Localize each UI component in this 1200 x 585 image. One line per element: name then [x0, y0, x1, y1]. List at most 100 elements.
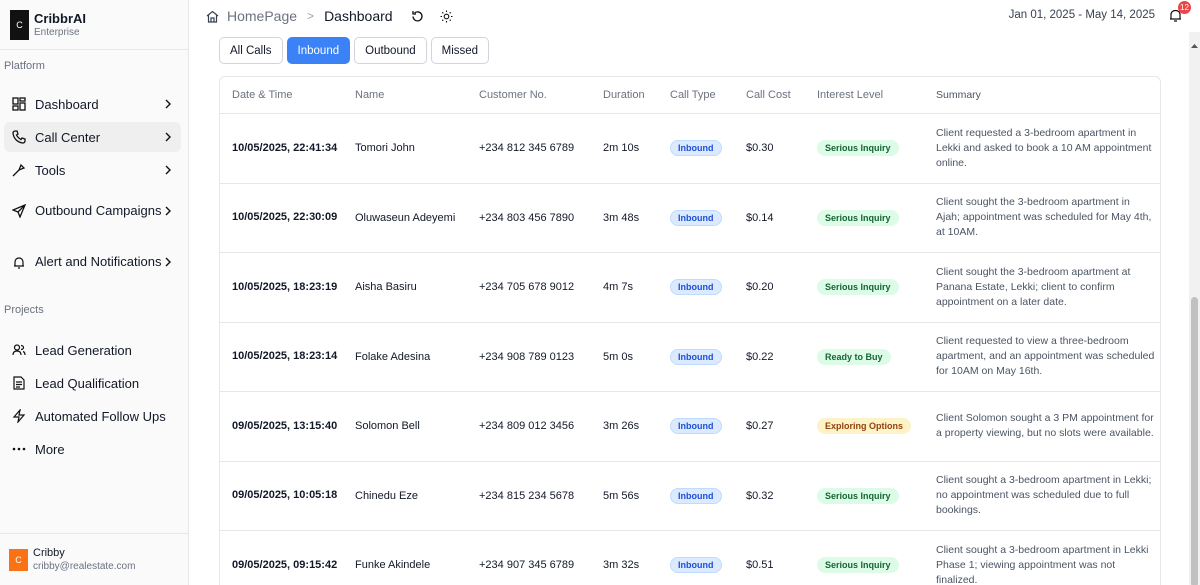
tab-all-calls[interactable]: All Calls [219, 37, 283, 64]
call-type-badge: Inbound [670, 418, 722, 435]
brand-header[interactable]: C CribbrAI Enterprise [0, 0, 188, 50]
scroll-up-arrow-icon[interactable] [1191, 36, 1198, 48]
sidebar-item-tools[interactable]: Tools [4, 155, 181, 185]
table-row[interactable]: 10/05/2025, 18:23:19 Aisha Basiru +234 705… [220, 253, 1160, 323]
sidebar-item-label: Call Center [35, 129, 101, 145]
tab-inbound[interactable]: Inbound [286, 37, 351, 64]
interest-level-cell: Serious Inquiry [817, 279, 936, 296]
breadcrumb-separator: > [307, 9, 315, 23]
column-header: Customer No. [479, 89, 547, 101]
sidebar: C CribbrAI Enterprise Platform Dashboard… [0, 0, 189, 585]
refresh-icon[interactable] [411, 10, 424, 23]
customer-name-cell: Oluwaseun Adeyemi [355, 211, 456, 224]
sidebar-item-dashboard[interactable]: Dashboard [4, 89, 181, 119]
interest-level-cell: Serious Inquiry [817, 140, 936, 157]
column-header: Call Type [670, 89, 716, 101]
call-duration-cell: 4m 7s [603, 281, 633, 294]
call-datetime-cell: 10/05/2025, 18:23:14 [232, 350, 338, 363]
call-datetime-cell: 10/05/2025, 22:30:09 [232, 211, 338, 224]
sidebar-item-automated-follow-ups[interactable]: Automated Follow Ups [4, 401, 181, 431]
sidebar-item-lead-generation[interactable]: Lead Generation [4, 335, 181, 365]
call-datetime-cell: 09/05/2025, 13:15:40 [232, 419, 338, 432]
call-datetime-cell: 10/05/2025, 22:41:34 [232, 141, 338, 154]
user-name: Cribby [33, 547, 65, 559]
phone-icon [11, 129, 27, 145]
interest-badge: Serious Inquiry [817, 557, 899, 574]
interest-level-cell: Exploring Options [817, 418, 936, 435]
interest-badge: Serious Inquiry [817, 209, 899, 226]
call-summary-cell: Client requested a 3-bedroom apartment i… [936, 126, 1152, 169]
customer-name-cell: Solomon Bell [355, 420, 420, 433]
call-filter-tabs: All Calls Inbound Outbound Missed [219, 37, 493, 64]
customer-name-cell: Chinedu Eze [355, 489, 418, 502]
notification-badge: 12 [1178, 1, 1191, 14]
breadcrumb-current: Dashboard [324, 8, 393, 24]
customer-number-cell: +234 705 678 9012 [479, 281, 575, 294]
call-type-badge: Inbound [670, 348, 722, 365]
call-duration-cell: 5m 56s [603, 489, 640, 502]
column-header: Duration [603, 89, 645, 101]
scrollbar-thumb[interactable] [1191, 297, 1198, 585]
date-range[interactable]: Jan 01, 2025 - May 14, 2025 [1009, 9, 1155, 21]
sidebar-item-label: Alert and Notifications [35, 254, 162, 269]
call-summary-cell: Client sought the 3-bedroom apartment at… [936, 265, 1131, 308]
call-type-badge: Inbound [670, 140, 722, 157]
projects-section-label: Projects [4, 304, 44, 316]
call-type-cell: Inbound [670, 209, 746, 226]
sun-icon[interactable] [440, 10, 453, 23]
brand-logo: C [10, 9, 29, 40]
tab-missed[interactable]: Missed [430, 37, 490, 64]
customer-number-cell: +234 803 456 7890 [479, 211, 575, 224]
customer-name-cell: Funke Akindele [355, 559, 431, 572]
customer-name-cell: Folake Adesina [355, 350, 431, 363]
sidebar-item-alerts[interactable]: Alert and Notifications [4, 239, 181, 285]
call-datetime-cell: 10/05/2025, 18:23:19 [232, 280, 338, 293]
call-cost-cell: $0.20 [746, 281, 774, 294]
top-header: HomePage > Dashboard Jan 01, 2025 - May … [189, 0, 1200, 32]
sidebar-item-call-center[interactable]: Call Center [4, 122, 181, 152]
call-summary-cell: Client Solomon sought a 3 PM appointment… [936, 412, 1154, 440]
call-summary-cell: Client sought the 3-bedroom apartment in… [936, 196, 1152, 239]
tools-icon [11, 162, 27, 178]
call-duration-cell: 3m 32s [603, 559, 640, 572]
tab-outbound[interactable]: Outbound [354, 37, 427, 64]
interest-badge: Ready to Buy [817, 348, 891, 365]
call-cost-cell: $0.27 [746, 420, 774, 433]
customer-number-cell: +234 815 234 5678 [479, 489, 575, 502]
customer-number-cell: +234 908 789 0123 [479, 350, 575, 363]
table-row[interactable]: 09/05/2025, 13:15:40 Solomon Bell +234 809… [220, 392, 1160, 462]
call-cost-cell: $0.32 [746, 489, 774, 502]
notification-button[interactable]: 12 [1169, 1, 1191, 24]
table-row[interactable]: 10/05/2025, 22:30:09 Oluwaseun Adeyemi +23… [220, 184, 1160, 253]
breadcrumb-home[interactable]: HomePage [227, 8, 297, 24]
interest-badge: Serious Inquiry [817, 140, 899, 157]
column-header: Date & Time [232, 88, 293, 101]
avatar: C [9, 548, 28, 571]
user-profile[interactable]: C Cribby cribby@realestate.com [0, 533, 188, 585]
lightning-icon [11, 408, 27, 424]
chevron-right-icon [163, 132, 173, 142]
bell-icon [11, 254, 27, 270]
call-cost-cell: $0.30 [746, 142, 774, 155]
column-header: Call Cost [746, 89, 791, 101]
table-body: 10/05/2025, 22:41:34 Tomori John +234 812 … [220, 114, 1160, 585]
table-row[interactable]: 09/05/2025, 10:05:18 Chinedu Eze +234 815 … [220, 462, 1160, 531]
column-header: Name [355, 89, 385, 101]
table-row[interactable]: 10/05/2025, 22:41:34 Tomori John +234 812 … [220, 114, 1160, 184]
page-scrollbar[interactable] [1189, 32, 1200, 585]
call-type-cell: Inbound [670, 418, 746, 435]
users-icon [11, 342, 27, 358]
call-type-cell: Inbound [670, 279, 746, 296]
brand-name: CribbrAI [34, 10, 86, 26]
sidebar-item-label: Outbound Campaigns [35, 203, 162, 218]
home-icon[interactable] [206, 10, 219, 23]
customer-number-cell: +234 907 345 6789 [479, 559, 575, 572]
sidebar-item-label: Lead Qualification [35, 375, 140, 391]
sidebar-item-outbound-campaigns[interactable]: Outbound Campaigns [4, 188, 181, 234]
table-row[interactable]: 10/05/2025, 18:23:14 Folake Adesina +234 9… [220, 323, 1160, 392]
column-header: Summary [936, 88, 981, 101]
table-row[interactable]: 09/05/2025, 09:15:42 Funke Akindele +234 9… [220, 531, 1160, 585]
sidebar-item-label: More [35, 441, 65, 457]
sidebar-item-lead-qualification[interactable]: Lead Qualification [4, 368, 181, 398]
sidebar-item-more[interactable]: More [4, 434, 181, 464]
